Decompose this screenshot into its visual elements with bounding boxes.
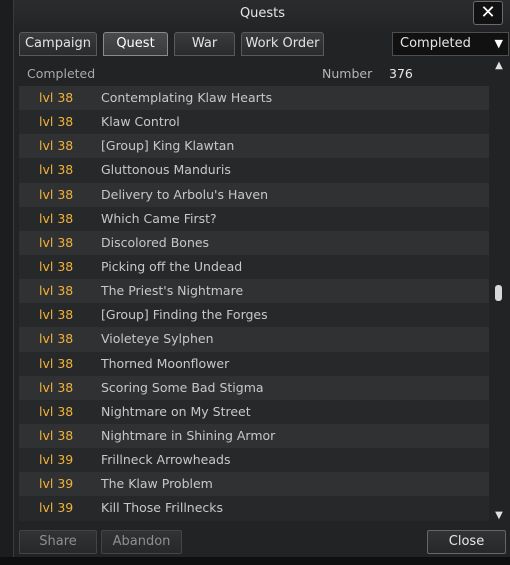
tab-quest[interactable]: Quest [103, 32, 168, 56]
abandon-button[interactable]: Abandon [101, 530, 182, 554]
quest-level: lvl 38 [39, 355, 74, 371]
footer-bar: Share Abandon Close [14, 526, 510, 556]
filter-selected-value: Completed [400, 36, 471, 51]
quest-level: lvl 38 [39, 162, 74, 178]
scrollbar-thumb[interactable] [495, 285, 502, 301]
quest-level: lvl 38 [39, 307, 74, 323]
list-item[interactable]: lvl 38 Which Came First? [19, 206, 489, 231]
tab-campaign[interactable]: Campaign [19, 32, 97, 56]
quest-name: Kill Those Frillnecks [101, 500, 224, 516]
completed-count: 376 [389, 66, 413, 81]
list-item[interactable]: lvl 39 Kill Those Frillnecks [19, 496, 489, 521]
quest-level: lvl 38 [39, 210, 74, 226]
list-item[interactable]: lvl 38 Contemplating Klaw Hearts [19, 86, 489, 111]
quests-window: Quests ✕ Campaign Quest War Work Order C… [13, 0, 510, 565]
quest-name: Frillneck Arrowheads [101, 452, 231, 468]
list-item[interactable]: lvl 38 Thorned Moonflower [19, 351, 489, 376]
quest-name: Gluttonous Manduris [101, 162, 231, 178]
quest-level: lvl 38 [39, 258, 74, 274]
close-button[interactable]: Close [427, 530, 506, 554]
quest-level: lvl 38 [39, 283, 74, 299]
quest-level: lvl 38 [39, 90, 74, 105]
scroll-down-icon[interactable]: ▼ [492, 510, 506, 522]
quest-level: lvl 38 [39, 379, 74, 395]
list-item[interactable]: lvl 38 Scoring Some Bad Stigma [19, 375, 489, 400]
window-title: Quests [239, 6, 286, 21]
quest-level: lvl 38 [39, 331, 74, 347]
quest-name: Scoring Some Bad Stigma [101, 379, 264, 395]
quest-name: Klaw Control [101, 114, 180, 130]
list-item[interactable]: lvl 38 The Priest's Nightmare [19, 279, 489, 304]
quest-name: Nightmare in Shining Armor [101, 427, 276, 443]
number-label: Number [322, 66, 373, 81]
quest-name: Discolored Bones [101, 234, 210, 250]
quest-name: Violeteye Sylphen [101, 331, 214, 347]
list-item[interactable]: lvl 38 Violeteye Sylphen [19, 327, 489, 352]
bottom-strip [0, 557, 510, 565]
quest-list: lvl 38 Contemplating Klaw Hearts lvl 38 Kla… [19, 86, 489, 522]
quest-name: Delivery to Arbolu's Haven [101, 186, 269, 202]
list-item[interactable]: lvl 38 [Group] King Klawtan [19, 134, 489, 159]
list-item[interactable]: lvl 38 Discolored Bones [19, 230, 489, 255]
list-header: Completed Number 376 [19, 62, 489, 84]
list-item[interactable]: lvl 38 Nightmare on My Street [19, 399, 489, 424]
tab-work-order[interactable]: Work Order [241, 32, 324, 56]
list-item[interactable]: lvl 38 Delivery to Arbolu's Haven [19, 182, 489, 207]
quest-level: lvl 38 [39, 427, 74, 443]
quest-level: lvl 38 [39, 186, 74, 202]
list-item[interactable]: lvl 39 Frillneck Arrowheads [19, 448, 489, 473]
quest-level: lvl 38 [39, 403, 74, 419]
quest-name: Nightmare on My Street [101, 403, 251, 419]
quest-name: Which Came First? [101, 210, 217, 226]
quest-level: lvl 39 [39, 452, 74, 468]
list-item[interactable]: lvl 38 [Group] Finding the Forges [19, 303, 489, 328]
list-item[interactable]: lvl 38 Klaw Control [19, 110, 489, 135]
quest-level: lvl 39 [39, 500, 74, 516]
scrollbar[interactable]: ▲ ▼ [492, 60, 506, 522]
completed-label: Completed [27, 66, 96, 81]
title-bar[interactable]: Quests ✕ [14, 0, 510, 30]
scroll-up-icon[interactable]: ▲ [492, 60, 506, 72]
list-item[interactable]: lvl 38 Picking off the Undead [19, 254, 489, 280]
chevron-down-icon: ▼ [494, 37, 503, 50]
quest-name: [Group] Finding the Forges [101, 307, 268, 323]
close-icon[interactable]: ✕ [473, 1, 503, 25]
quest-name: The Klaw Problem [101, 476, 213, 492]
list-item[interactable]: lvl 38 Nightmare in Shining Armor [19, 423, 489, 449]
quest-name: [Group] King Klawtan [101, 138, 235, 154]
quest-level: lvl 38 [39, 138, 74, 154]
quest-level: lvl 38 [39, 114, 74, 130]
quest-name: Contemplating Klaw Hearts [101, 90, 273, 105]
share-button[interactable]: Share [19, 530, 97, 554]
quest-name: Thorned Moonflower [101, 355, 230, 371]
list-item[interactable]: lvl 39 The Klaw Problem [19, 472, 489, 497]
quest-name: Picking off the Undead [101, 258, 243, 274]
tab-war[interactable]: War [174, 32, 235, 56]
list-item[interactable]: lvl 38 Gluttonous Manduris [19, 158, 489, 183]
quest-name: The Priest's Nightmare [101, 283, 244, 299]
quest-level: lvl 39 [39, 476, 74, 492]
quest-filter-dropdown[interactable]: Completed ▼ [392, 32, 509, 56]
quest-level: lvl 38 [39, 234, 74, 250]
